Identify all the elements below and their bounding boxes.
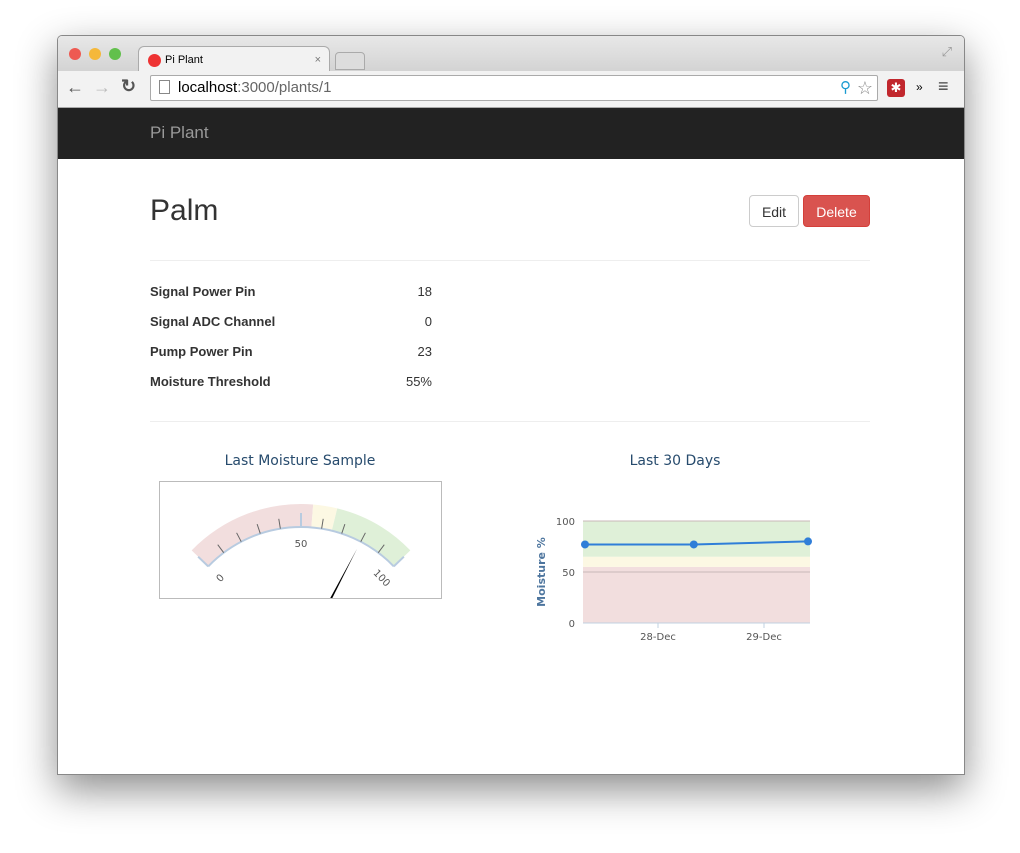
moisture-gauge: 0 50 100 (159, 481, 442, 599)
menu-icon[interactable]: ≡ (938, 76, 949, 97)
page-icon (159, 80, 170, 94)
detail-value: 18 (417, 284, 432, 299)
chart-band-green (583, 521, 810, 557)
title-bar: Pi Plant × ⤢ (58, 36, 964, 73)
browser-tab[interactable]: Pi Plant × (138, 46, 330, 73)
lastpass-icon[interactable]: ✱ (887, 79, 905, 97)
minimize-window-button[interactable] (89, 48, 101, 60)
chart-title: Last 30 Days (629, 453, 721, 469)
chart-band-red (583, 566, 810, 623)
new-tab-button[interactable] (335, 52, 365, 70)
detail-value: 55% (405, 374, 432, 389)
navbar-brand[interactable]: Pi Plant (150, 123, 209, 143)
y-tick-label: 50 (562, 568, 575, 579)
url-path: :3000/plants/1 (237, 79, 332, 96)
browser-window: Pi Plant × ⤢ ← → ↻ localhost:3000/plants… (57, 35, 965, 775)
gauge-tick-label: 0 (215, 572, 227, 584)
delete-button[interactable]: Delete (803, 195, 870, 227)
navbar: Pi Plant (58, 108, 964, 159)
favicon-icon (148, 53, 161, 67)
forward-icon[interactable]: → (93, 77, 111, 98)
browser-toolbar: ← → ↻ localhost:3000/plants/1 ⚲ ☆ ✱ » ≡ (58, 71, 964, 108)
gauge-needle (330, 548, 358, 598)
detail-label: Signal Power Pin (150, 284, 256, 299)
bookmark-star-icon[interactable]: ☆ (857, 76, 873, 100)
page-title: Palm (150, 194, 219, 227)
more-extensions-icon[interactable]: » (916, 80, 923, 94)
x-tick-label: 29-Dec (746, 632, 782, 643)
y-tick-label: 100 (556, 517, 575, 528)
detail-label: Moisture Threshold (150, 374, 271, 389)
detail-label: Pump Power Pin (150, 344, 253, 359)
data-point (581, 540, 589, 549)
data-point (804, 537, 812, 546)
detail-value: 23 (417, 344, 432, 359)
chart-band-yellow (583, 556, 810, 567)
address-bar[interactable]: localhost:3000/plants/1 ⚲ ☆ (150, 75, 878, 101)
extension-icon[interactable]: ⚲ (840, 76, 851, 100)
gauge-tick-label: 50 (295, 539, 308, 550)
y-tick-label: 0 (569, 619, 575, 630)
divider (150, 260, 870, 261)
url-host: localhost (178, 79, 238, 96)
fullscreen-icon[interactable]: ⤢ (942, 44, 952, 60)
tab-title: Pi Plant (165, 54, 203, 66)
back-icon[interactable]: ← (66, 77, 84, 98)
close-window-button[interactable] (69, 48, 81, 60)
gauge-band-green (331, 508, 411, 567)
gauge-band-red (191, 504, 314, 567)
moisture-history-chart: 0 50 100 Moisture % 28-Dec 29-Dec (535, 517, 812, 643)
detail-value: 0 (424, 314, 432, 329)
close-tab-icon[interactable]: × (315, 54, 321, 66)
gauge-tick-label: 100 (371, 568, 392, 589)
edit-button[interactable]: Edit (749, 195, 799, 227)
y-axis-label: Moisture % (535, 537, 548, 607)
gauge-title: Last Moisture Sample (224, 453, 376, 469)
divider (150, 421, 870, 422)
x-tick-label: 28-Dec (640, 632, 676, 643)
data-point (689, 540, 698, 549)
reload-icon[interactable]: ↻ (121, 76, 136, 97)
detail-label: Signal ADC Channel (150, 314, 276, 329)
zoom-window-button[interactable] (109, 48, 121, 60)
